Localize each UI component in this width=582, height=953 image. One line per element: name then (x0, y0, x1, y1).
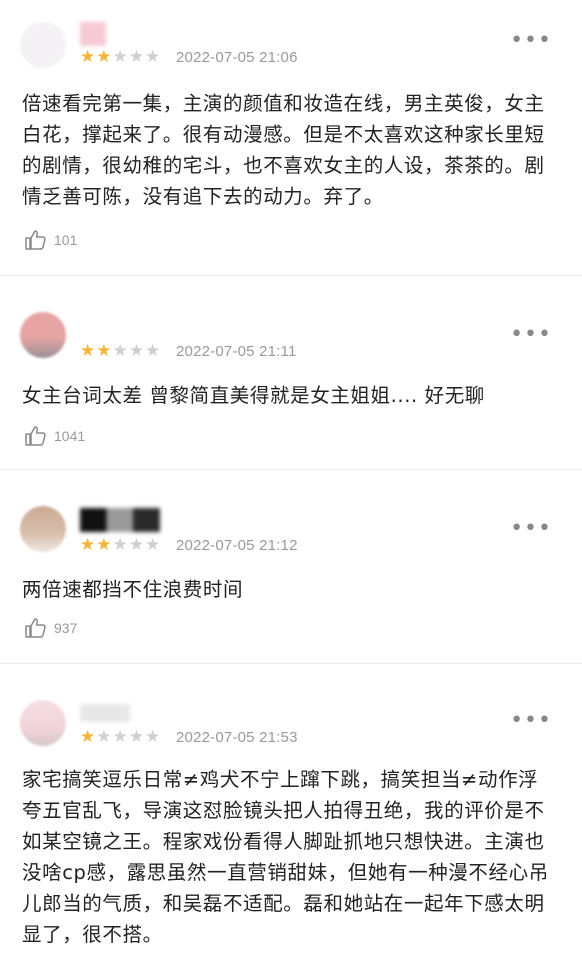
thumbs-up-icon (25, 426, 46, 446)
comment-text: 倍速看完第一集，主演的颜值和妆造在线，男主英俊，女主白花，撑起来了。很有动漫感。… (22, 92, 545, 208)
comment-card: ★ ★ ★ ★ ★ 2022-07-05 21:12 ••• 两倍速都挡不住浪费… (0, 470, 582, 664)
like-button[interactable]: 1041 (24, 424, 85, 448)
star-icon: ★ (112, 727, 128, 747)
avatar[interactable] (20, 700, 66, 746)
more-dots-icon[interactable]: ••• (510, 324, 552, 346)
star-icon: ★ (145, 341, 161, 361)
comment-date: 2022-07-05 21:11 (176, 343, 297, 360)
star-icon: ★ (112, 47, 128, 67)
more-dots-icon[interactable]: ••• (510, 710, 552, 732)
like-button[interactable]: 937 (24, 616, 77, 640)
comment-text: 家宅搞笑逗乐日常≠鸡犬不宁上蹿下跳，搞笑担当≠动作浮夸五官乱飞，导演这怼脸镜头把… (22, 768, 549, 946)
comment-date: 2022-07-05 21:12 (176, 537, 298, 554)
rating-stars: ★ ★ ★ ★ ★ (80, 48, 160, 66)
star-icon: ★ (128, 535, 144, 555)
comment-card: ★ ★ ★ ★ ★ 2022-07-05 21:06 ••• 倍速看完第一集，主… (0, 0, 582, 276)
star-icon: ★ (80, 341, 96, 361)
comment-text: 两倍速都挡不住浪费时间 (22, 578, 244, 601)
like-count: 101 (54, 232, 78, 248)
comment-card: ★ ★ ★ ★ ★ 2022-07-05 21:11 ••• 女主台词太差 曾黎… (0, 276, 582, 470)
rating-stars: ★ ★ ★ ★ ★ (80, 728, 160, 746)
star-icon: ★ (112, 535, 128, 555)
like-count: 1041 (54, 428, 86, 444)
more-dots-icon[interactable]: ••• (510, 518, 552, 540)
star-icon: ★ (128, 341, 144, 361)
comment-card: ★ ★ ★ ★ ★ 2022-07-05 21:53 ••• 家宅搞笑逗乐日常≠… (0, 664, 582, 953)
like-button[interactable]: 101 (24, 228, 77, 252)
star-icon: ★ (96, 727, 112, 747)
star-icon: ★ (80, 727, 96, 747)
thumbs-up-icon (25, 618, 46, 638)
star-icon: ★ (96, 341, 112, 361)
star-icon: ★ (128, 727, 144, 747)
rating-stars: ★ ★ ★ ★ ★ (80, 342, 160, 360)
star-icon: ★ (145, 47, 161, 67)
username[interactable] (80, 22, 106, 46)
star-icon: ★ (96, 535, 112, 555)
star-icon: ★ (80, 535, 96, 555)
comment-date: 2022-07-05 21:53 (176, 729, 298, 746)
rating-stars: ★ ★ ★ ★ ★ (80, 536, 160, 554)
comment-text: 女主台词太差 曾黎简直美得就是女主姐姐.... 好无聊 (22, 384, 485, 407)
star-icon: ★ (80, 47, 96, 67)
star-icon: ★ (128, 47, 144, 67)
avatar[interactable] (20, 22, 66, 68)
star-icon: ★ (145, 535, 161, 555)
star-icon: ★ (145, 727, 161, 747)
username[interactable] (80, 508, 160, 532)
avatar[interactable] (20, 506, 66, 552)
username[interactable] (80, 704, 130, 722)
star-icon: ★ (112, 341, 128, 361)
star-icon: ★ (96, 47, 112, 67)
thumbs-up-icon (25, 230, 46, 250)
avatar[interactable] (20, 312, 66, 358)
more-dots-icon[interactable]: ••• (510, 30, 552, 52)
comment-date: 2022-07-05 21:06 (176, 49, 298, 66)
like-count: 937 (54, 620, 78, 636)
